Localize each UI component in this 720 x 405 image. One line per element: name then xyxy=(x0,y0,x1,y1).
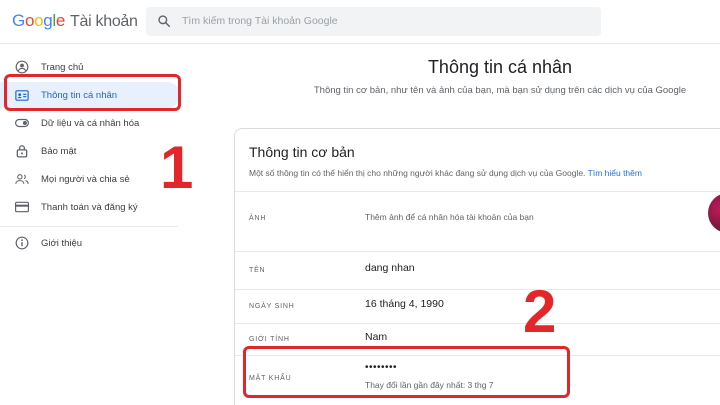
people-icon xyxy=(15,172,29,186)
home-person-icon xyxy=(15,60,29,74)
lock-icon xyxy=(15,144,29,158)
name-row[interactable]: TÊN dang nhan xyxy=(235,251,720,289)
card-title: Thông tin cơ bản xyxy=(249,144,355,160)
photo-row[interactable]: ẢNH Thêm ảnh để cá nhân hóa tài khoản củ… xyxy=(235,191,720,251)
sidebar-item-label: Mọi người và chia sẻ xyxy=(41,173,130,185)
learn-more-link[interactable]: Tìm hiểu thêm xyxy=(588,168,642,178)
logo-letter: G xyxy=(12,11,25,30)
step-number-1: 1 xyxy=(160,134,194,201)
sidebar-item-label: Thanh toán và đăng ký xyxy=(41,201,138,213)
sidebar-item-label: Trang chủ xyxy=(41,61,84,73)
sidebar-item-people-sharing[interactable]: Mọi người và chia sẻ xyxy=(0,166,180,192)
credit-card-icon xyxy=(15,200,29,214)
logo-letter: o xyxy=(24,11,35,30)
sidebar-item-security[interactable]: Bảo mật xyxy=(0,138,180,164)
logo-letter: e xyxy=(55,11,66,30)
sidebar-item-label: Giới thiệu xyxy=(41,237,83,249)
sidebar-item-about[interactable]: Giới thiệu xyxy=(0,230,180,256)
top-bar: Google Tài khoản Tìm kiếm trong Tài khoản… xyxy=(0,0,720,44)
sidebar-divider xyxy=(0,226,178,227)
highlight-box-step2 xyxy=(243,346,570,398)
sidebar-item-data-personalization[interactable]: Dữ liệu và cá nhân hóa xyxy=(0,110,180,136)
row-label: GIỚI TÍNH xyxy=(249,336,290,343)
birthday-row[interactable]: NGÀY SINH 16 tháng 4, 1990 xyxy=(235,289,720,323)
search-placeholder: Tìm kiếm trong Tài khoản Google xyxy=(182,15,338,27)
card-description: Một số thông tin có thể hiển thị cho nhữ… xyxy=(249,168,642,178)
highlight-box-step1 xyxy=(4,74,181,111)
search-input[interactable]: Tìm kiếm trong Tài khoản Google xyxy=(146,7,601,36)
row-value: Thêm ảnh để cá nhân hóa tài khoản của bạ… xyxy=(365,212,534,222)
sidebar-item-label: Bảo mật xyxy=(41,145,77,157)
google-account-logo[interactable]: Google Tài khoản xyxy=(12,11,138,31)
logo-letter: o xyxy=(34,11,44,30)
sidebar-item-label: Dữ liệu và cá nhân hóa xyxy=(41,117,140,129)
row-label: NGÀY SINH xyxy=(249,303,295,310)
row-value: dang nhan xyxy=(365,262,415,274)
info-icon xyxy=(15,236,29,250)
row-value: Nam xyxy=(365,331,388,343)
card-description-text: Một số thông tin có thể hiển thị cho nhữ… xyxy=(249,168,586,178)
product-name: Tài khoản xyxy=(70,13,138,30)
toggle-icon xyxy=(15,116,29,130)
search-icon xyxy=(158,15,171,28)
row-label: TÊN xyxy=(249,267,266,274)
row-value: 16 tháng 4, 1990 xyxy=(365,298,444,310)
page-subtitle: Thông tin cơ bản, như tên và ảnh của bạn… xyxy=(313,85,687,96)
page-title: Thông tin cá nhân xyxy=(427,57,573,77)
step-number-2: 2 xyxy=(523,278,557,345)
sidebar-item-payments[interactable]: Thanh toán và đăng ký xyxy=(0,194,180,220)
row-label: ẢNH xyxy=(249,215,267,222)
